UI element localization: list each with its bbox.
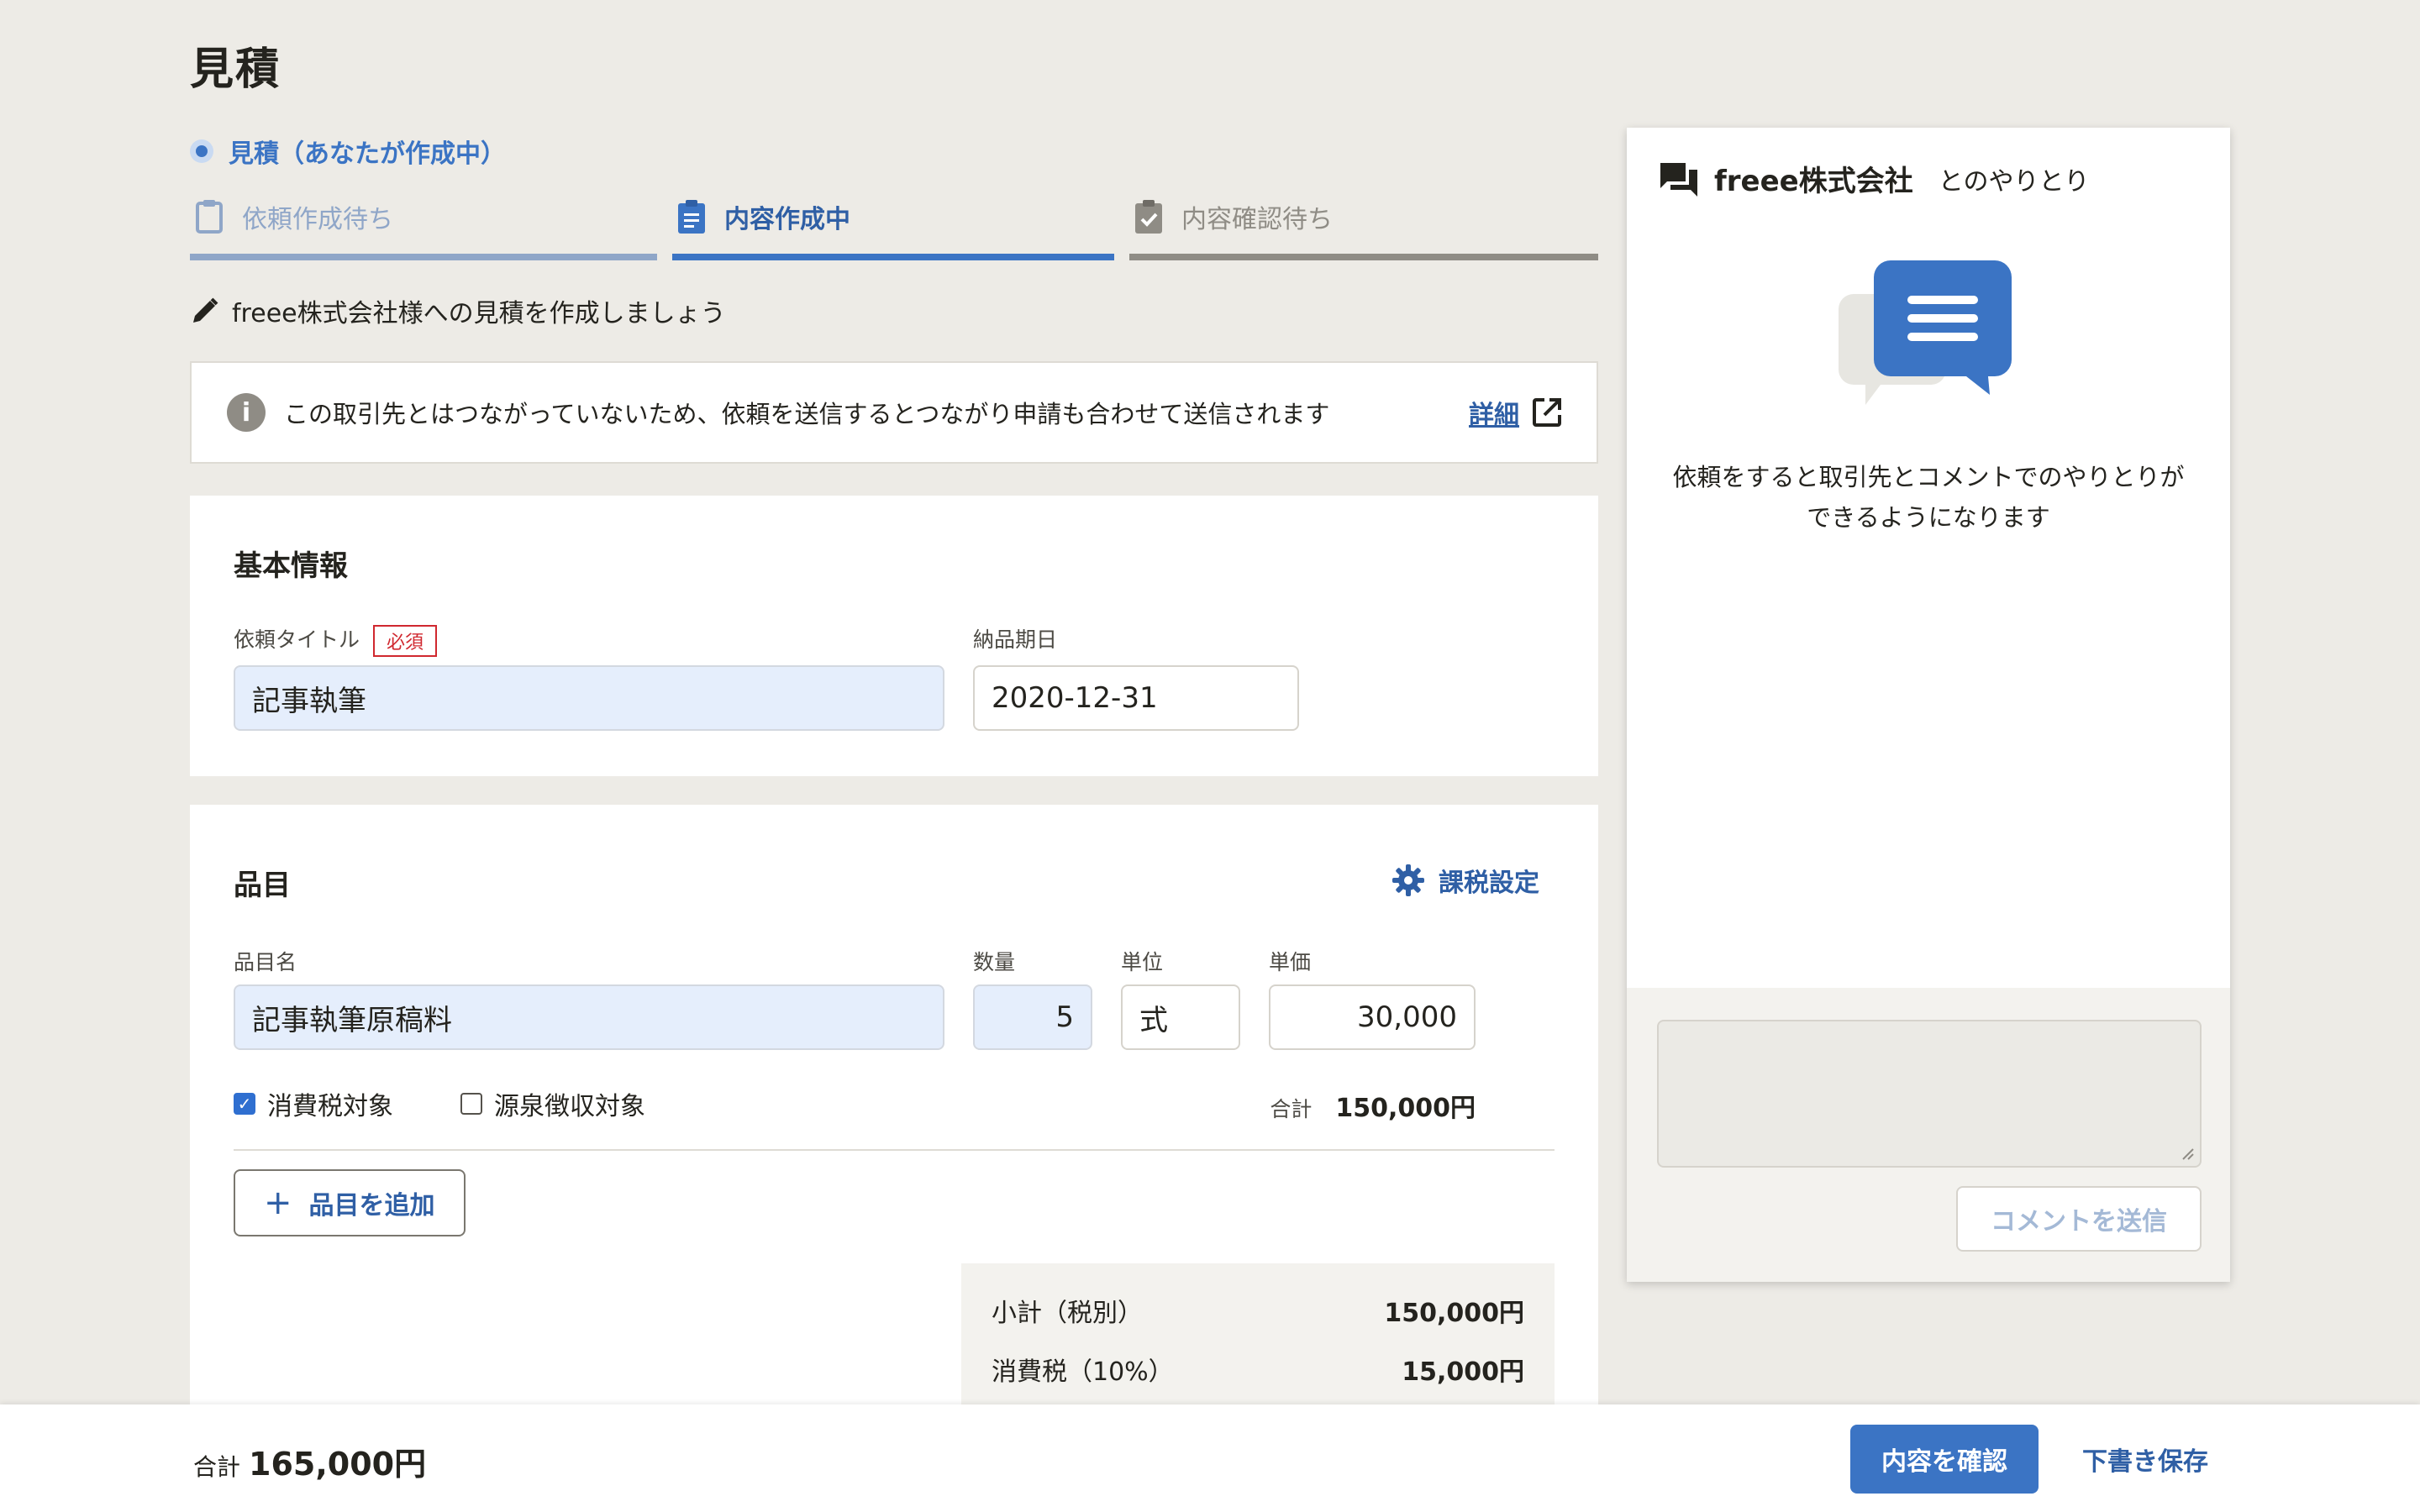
step-label: 内容確認待ち: [1181, 205, 1333, 234]
chat-bubbles-icon: [1839, 260, 2012, 405]
confirm-button[interactable]: 内容を確認: [1850, 1425, 2039, 1494]
tax-settings-label: 課税設定: [1439, 869, 1539, 898]
item-price-input[interactable]: 30,000: [1269, 984, 1476, 1050]
step-bar: [672, 254, 1114, 260]
checkbox-checked-icon[interactable]: ✓: [234, 1093, 255, 1115]
chat-icon: [1660, 162, 1697, 197]
withholding-checkbox[interactable]: 源泉徴収対象: [460, 1085, 645, 1122]
guide-message: freee株式会社様への見積を作成しましょう: [190, 292, 726, 329]
clipboard-list-icon: [678, 200, 705, 234]
subtotal-label: 小計（税別）: [992, 1299, 1143, 1328]
title-label: 依頼タイトル 必須: [234, 623, 438, 657]
save-draft-button[interactable]: 下書き保存: [2082, 1425, 2208, 1494]
clipboard-check-icon: [1135, 200, 1162, 234]
consumption-tax-checkbox[interactable]: ✓ 消費税対象: [234, 1085, 393, 1122]
conversation-panel: freee株式会社 とのやりとり 依頼をすると取引先とコメントでのやりとりが で…: [1627, 128, 2230, 1282]
connection-notice: i この取引先とはつながっていないため、依頼を送信するとつながり申請も合わせて送…: [190, 361, 1598, 464]
add-item-label: 品目を追加: [308, 1191, 435, 1221]
consumption-tax-label: 消費税対象: [267, 1092, 393, 1121]
conversation-suffix: とのやりとり: [1938, 166, 2090, 197]
step-label: 内容作成中: [724, 205, 850, 234]
item-sum: 合計 150,000円: [1270, 1087, 1476, 1124]
comment-textarea[interactable]: [1657, 1020, 2202, 1168]
step-label: 依頼作成待ち: [242, 205, 393, 234]
due-date-label: 納品期日: [973, 627, 1058, 652]
col-unit-label: 単位: [1121, 950, 1164, 974]
status-dot-icon: [190, 139, 213, 163]
empty-message-line1: 依頼をすると取引先とコメントでのやりとりが: [1672, 463, 2185, 491]
required-badge: 必須: [373, 625, 438, 657]
notice-text: この取引先とはつながっていないため、依頼を送信するとつながり申請も合わせて送信さ…: [284, 400, 1330, 428]
tax-row: 消費税（10%） 15,000円: [992, 1351, 1524, 1388]
item-divider: [234, 1149, 1555, 1151]
footer-total-label: 合計: [193, 1453, 241, 1481]
step-request-waiting: 依頼作成待ち: [190, 193, 657, 260]
section-title-items: 品目: [234, 869, 291, 902]
step-confirm-waiting: 内容確認待ち: [1129, 193, 1598, 260]
item-sum-value: 150,000円: [1335, 1094, 1476, 1123]
empty-message-line2: できるようになります: [1807, 503, 2050, 532]
item-unit-input[interactable]: 式: [1121, 984, 1240, 1050]
send-comment-button[interactable]: コメントを送信: [1956, 1186, 2202, 1252]
item-sum-label: 合計: [1270, 1097, 1313, 1121]
page-title: 見積: [190, 45, 281, 95]
clipboard-icon: [196, 200, 223, 234]
info-icon: i: [227, 393, 266, 432]
basic-info-card: 基本情報 依頼タイトル 必須 記事執筆 納品期日 2020-12-31: [190, 496, 1598, 776]
tax-value: 15,000円: [1402, 1357, 1524, 1387]
item-name-input[interactable]: 記事執筆原稿料: [234, 984, 944, 1050]
section-title-basic: 基本情報: [234, 549, 348, 583]
status-indicator: 見積（あなたが作成中）: [190, 133, 506, 170]
tax-label: 消費税（10%）: [992, 1357, 1174, 1387]
external-link-icon[interactable]: [1531, 396, 1563, 428]
title-label-text: 依頼タイトル: [234, 627, 360, 652]
step-content-creating: 内容作成中: [672, 193, 1114, 260]
due-date-input[interactable]: 2020-12-31: [973, 665, 1299, 731]
step-bar: [1129, 254, 1598, 260]
subtotal-value: 150,000円: [1384, 1299, 1524, 1328]
add-item-button[interactable]: + 品目を追加: [234, 1169, 466, 1236]
col-name-label: 品目名: [234, 950, 297, 974]
resize-handle-icon[interactable]: [2180, 1146, 2195, 1161]
comment-area: コメントを送信: [1627, 988, 2230, 1282]
footer-total-value: 165,000円: [249, 1446, 427, 1483]
conversation-header: freee株式会社 とのやりとり: [1659, 158, 2089, 199]
detail-link[interactable]: 詳細: [1469, 394, 1519, 431]
checkbox-unchecked-icon[interactable]: [460, 1093, 482, 1115]
col-qty-label: 数量: [973, 950, 1016, 974]
guide-text: freee株式会社様への見積を作成しましょう: [232, 299, 726, 328]
title-input[interactable]: 記事執筆: [234, 665, 944, 731]
company-name: freee株式会社: [1714, 165, 1913, 198]
footer-total: 合計 165,000円: [193, 1438, 426, 1484]
conversation-empty-message: 依頼をすると取引先とコメントでのやりとりが できるようになります: [1627, 457, 2230, 538]
tax-settings-button[interactable]: 課税設定: [1392, 862, 1539, 899]
step-bar: [190, 254, 657, 260]
pencil-icon: [193, 297, 218, 323]
gear-icon: [1392, 864, 1424, 896]
withholding-label: 源泉徴収対象: [494, 1092, 645, 1121]
plus-icon: +: [264, 1184, 292, 1222]
status-label: 見積（あなたが作成中）: [229, 139, 506, 169]
item-qty-input[interactable]: 5: [973, 984, 1092, 1050]
col-price-label: 単価: [1269, 950, 1312, 974]
subtotal-row: 小計（税別） 150,000円: [992, 1292, 1524, 1329]
footer-bar: 合計 165,000円 内容を確認 下書き保存: [0, 1404, 2420, 1512]
